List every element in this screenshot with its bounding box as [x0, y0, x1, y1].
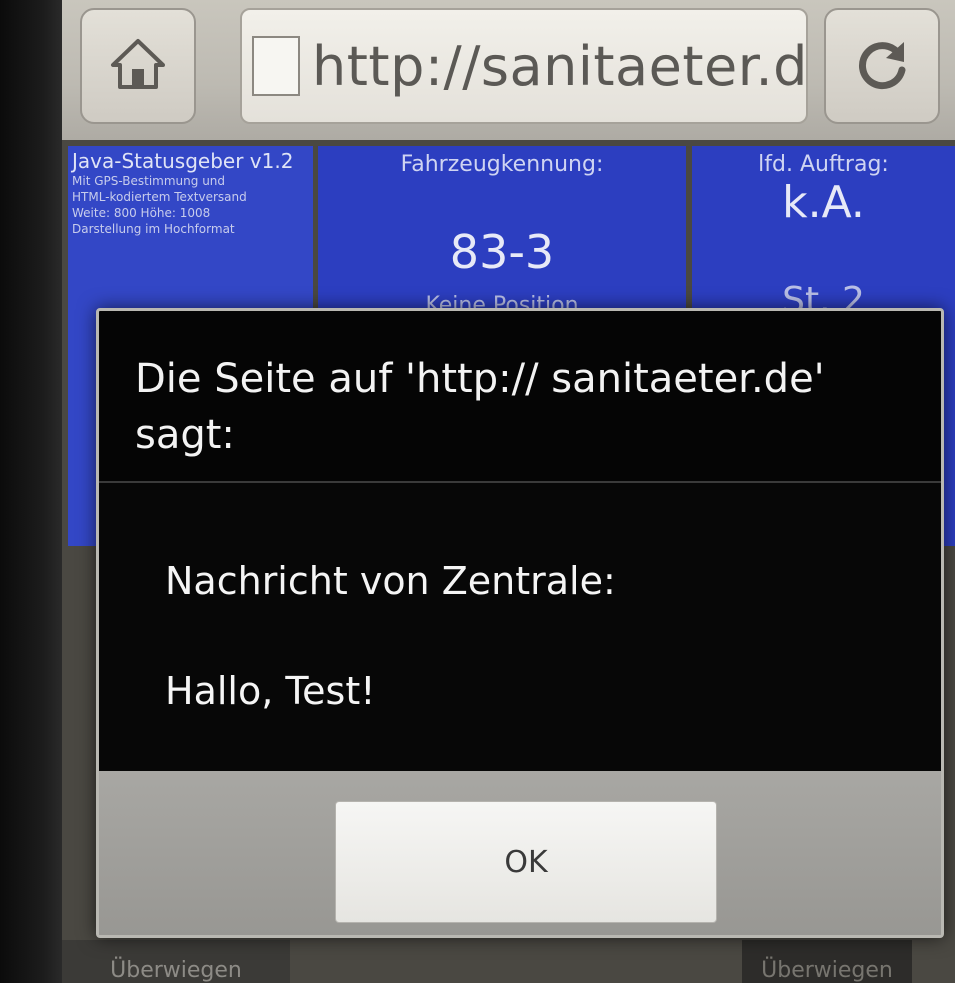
phone-screen: http://sanitaeter.d... Java-Statusgeber … [0, 0, 955, 983]
url-text: http://sanitaeter.d... [312, 34, 808, 98]
dialog-title: Die Seite auf 'http:// sanitaeter.de' sa… [135, 356, 825, 458]
dialog-header: Die Seite auf 'http:// sanitaeter.de' sa… [99, 311, 941, 483]
vehicle-id: 83-3 [449, 225, 555, 279]
app-description-line: Darstellung im Hochformat [72, 222, 235, 236]
app-title: Java-Statusgeber v1.2 [72, 149, 294, 173]
home-icon [109, 35, 167, 97]
dialog-message-text: Hallo, Test! [165, 669, 376, 713]
dialog-footer: OK [99, 771, 941, 935]
browser-toolbar: http://sanitaeter.d... [62, 0, 955, 140]
home-button[interactable] [80, 8, 196, 124]
bottom-left-button[interactable]: Überwiegen [62, 940, 290, 983]
reload-button[interactable] [824, 8, 940, 124]
favicon-icon [252, 36, 300, 96]
dialog-message-heading: Nachricht von Zentrale: [165, 559, 616, 603]
app-description-line: Mit GPS-Bestimmung und [72, 174, 226, 188]
bottom-right-button[interactable]: Überwiegen [742, 940, 912, 983]
vehicle-header: Fahrzeugkennung: [400, 152, 604, 177]
app-description-line: Weite: 800 Höhe: 1008 [72, 206, 211, 220]
alert-dialog: Die Seite auf 'http:// sanitaeter.de' sa… [96, 308, 944, 938]
ok-button[interactable]: OK [335, 801, 717, 923]
url-bar[interactable]: http://sanitaeter.d... [240, 8, 808, 124]
reload-icon [852, 34, 912, 98]
job-value: k.A. [782, 177, 865, 228]
job-header: lfd. Auftrag: [758, 152, 889, 177]
app-description-line: HTML-kodiertem Textversand [72, 190, 247, 204]
app-description: Mit GPS-Bestimmung und HTML-kodiertem Te… [68, 173, 313, 237]
dialog-body: Nachricht von Zentrale: Hallo, Test! [99, 483, 941, 771]
device-bezel [0, 0, 62, 983]
